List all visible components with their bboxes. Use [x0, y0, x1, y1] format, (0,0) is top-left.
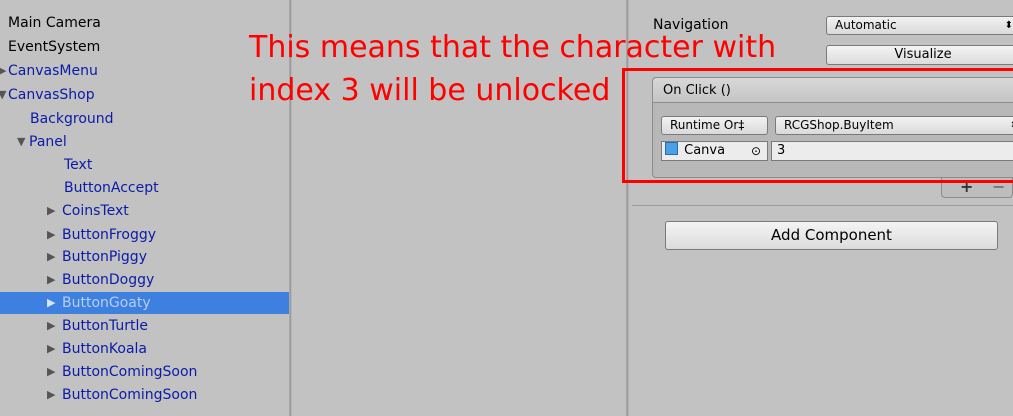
annotation-text: This means that the character with index… — [249, 26, 809, 112]
hierarchy-item-label: ButtonPiggy — [62, 249, 147, 265]
hierarchy-item-label: ButtonTurtle — [62, 318, 148, 334]
hierarchy-item-label: CanvasMenu — [8, 63, 98, 79]
hierarchy-item-label: ButtonGoaty — [62, 295, 151, 311]
hierarchy-item-canvasshop[interactable]: ▼ CanvasShop — [0, 84, 289, 106]
hierarchy-item-buttoncomingsoon[interactable]: ▶ ButtonComingSoon — [0, 361, 289, 383]
navigation-value: Automatic — [835, 18, 897, 32]
hierarchy-panel: Main Camera EventSystem ▶ CanvasMenu ▼ C… — [0, 0, 289, 416]
expand-arrow-icon[interactable]: ▶ — [47, 292, 55, 314]
hierarchy-item-label: ButtonKoala — [62, 341, 147, 357]
hierarchy-item-label: ButtonAccept — [64, 180, 159, 196]
inspector-divider — [632, 205, 1013, 206]
hierarchy-item-buttonturtle[interactable]: ▶ ButtonTurtle — [0, 315, 289, 337]
collapse-arrow-icon[interactable]: ▼ — [17, 131, 25, 153]
hierarchy-item-label: Background — [30, 111, 114, 127]
hierarchy-item-label: CanvasShop — [8, 87, 95, 103]
visualize-button[interactable]: Visualize — [826, 45, 1013, 65]
hierarchy-item-buttonaccept[interactable]: ButtonAccept — [0, 177, 289, 199]
hierarchy-item-canvasmenu[interactable]: ▶ CanvasMenu — [0, 60, 289, 82]
hierarchy-item-label: Main Camera — [8, 15, 101, 31]
hierarchy-item-eventsystem[interactable]: EventSystem — [0, 36, 289, 58]
hierarchy-item-label: Text — [64, 157, 93, 173]
hierarchy-item-buttoncomingsoon-2[interactable]: ▶ ButtonComingSoon — [0, 384, 289, 406]
expand-arrow-icon[interactable]: ▶ — [47, 269, 55, 291]
expand-arrow-icon[interactable]: ▶ — [47, 315, 55, 337]
hierarchy-item-panel[interactable]: ▼ Panel — [0, 131, 289, 153]
collapse-arrow-icon[interactable]: ▼ — [0, 84, 6, 106]
hierarchy-item-label: CoinsText — [62, 203, 129, 219]
hierarchy-item-background[interactable]: Background — [0, 108, 289, 130]
expand-arrow-icon[interactable]: ▶ — [47, 338, 55, 360]
hierarchy-item-label: ButtonComingSoon — [62, 364, 198, 380]
hierarchy-item-coinstext[interactable]: ▶ CoinsText — [0, 200, 289, 222]
hierarchy-item-label: EventSystem — [8, 39, 101, 55]
annotation-line-1: This means that the character with — [249, 30, 777, 65]
hierarchy-item-label: ButtonFroggy — [62, 227, 157, 243]
hierarchy-item-label: Panel — [29, 134, 67, 150]
hierarchy-item-buttonfroggy[interactable]: ▶ ButtonFroggy — [0, 224, 289, 246]
expand-arrow-icon[interactable]: ▶ — [47, 384, 55, 406]
hierarchy-item-buttonkoala[interactable]: ▶ ButtonKoala — [0, 338, 289, 360]
expand-arrow-icon[interactable]: ▶ — [47, 361, 55, 383]
expand-arrow-icon[interactable]: ▶ — [0, 60, 6, 82]
expand-arrow-icon[interactable]: ▶ — [47, 224, 55, 246]
annotation-line-2: index 3 will be unlocked — [249, 73, 611, 108]
hierarchy-item-buttondoggy[interactable]: ▶ ButtonDoggy — [0, 269, 289, 291]
hierarchy-item-label: ButtonDoggy — [62, 272, 155, 288]
hierarchy-item-text[interactable]: Text — [0, 154, 289, 176]
hierarchy-item-main-camera[interactable]: Main Camera — [0, 12, 289, 34]
hierarchy-item-buttongoaty[interactable]: ▶ ButtonGoaty — [0, 292, 289, 314]
expand-arrow-icon[interactable]: ▶ — [47, 246, 55, 268]
hierarchy-item-label: ButtonComingSoon — [62, 387, 198, 403]
add-component-button[interactable]: Add Component — [665, 221, 998, 250]
hierarchy-item-buttonpiggy[interactable]: ▶ ButtonPiggy — [0, 246, 289, 268]
navigation-dropdown[interactable]: Automatic ⬍ — [826, 16, 1013, 35]
expand-arrow-icon[interactable]: ▶ — [47, 200, 55, 222]
dropdown-arrow-icon: ⬍ — [1004, 20, 1013, 31]
